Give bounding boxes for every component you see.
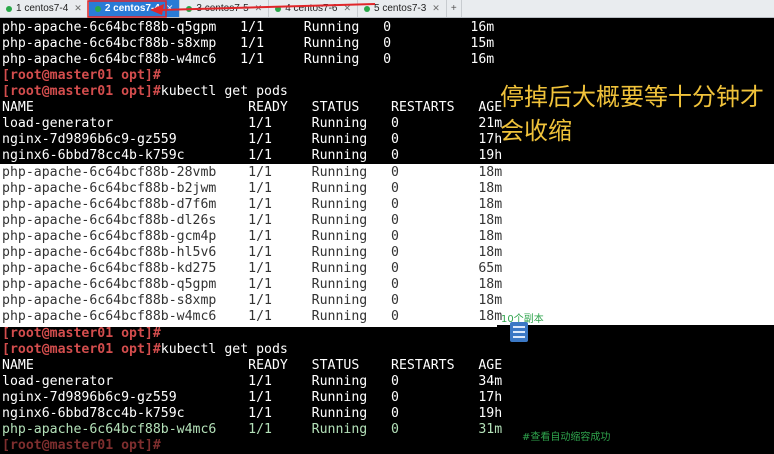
tab-label: 2 centos7-4 [104, 3, 160, 14]
close-tab-icon[interactable]: ✕ [255, 3, 263, 14]
shell-prompt: [root@master01 opt]# [2, 68, 161, 83]
pod-row: load-generator 1/1 Running 0 21m [2, 116, 503, 131]
tab-label: 1 centos7-4 [16, 3, 69, 14]
status-dot-icon [275, 5, 282, 12]
close-tab-icon[interactable]: ✕ [166, 3, 174, 14]
status-dot-icon [186, 5, 193, 12]
php-pod-row: php-apache-6c64bcf88b-s8xmp 1/1 Running … [2, 293, 503, 308]
pod-row: php-apache-6c64bcf88b-q5gpm 1/1 Running … [2, 20, 495, 35]
php-pod-row: php-apache-6c64bcf88b-w4mc6 1/1 Running … [2, 422, 503, 437]
status-dot-icon [364, 5, 371, 12]
tab-4-centos7-6[interactable]: 4 centos7-6 ✕ [269, 0, 359, 17]
new-tab-button[interactable]: + [447, 0, 462, 17]
shell-prompt-with-command: [root@master01 opt]#kubectl get pods [2, 84, 288, 100]
pod-row: nginx6-6bbd78cc4b-k759c 1/1 Running 0 19… [2, 406, 503, 421]
tab-3-centos7-5[interactable]: 3 centos7-5 ✕ [180, 0, 270, 17]
pod-row: nginx-7d9896b6c9-gz559 1/1 Running 0 17h [2, 390, 503, 405]
pod-row: php-apache-6c64bcf88b-w4mc6 1/1 Running … [2, 52, 495, 67]
annotation-wait-note: 停掉后大概要等十分钟才会收缩 [500, 83, 764, 145]
php-pod-row: php-apache-6c64bcf88b-q5gpm 1/1 Running … [2, 277, 503, 292]
tab-1-centos7-4[interactable]: 1 centos7-4 ✕ [0, 0, 89, 17]
php-pod-row: php-apache-6c64bcf88b-gcm4p 1/1 Running … [2, 229, 503, 244]
php-pod-row: php-apache-6c64bcf88b-hl5v6 1/1 Running … [2, 245, 503, 260]
shell-prompt: [root@master01 opt]# [2, 326, 161, 341]
table-header: NAME READY STATUS RESTARTS AGE [2, 100, 503, 115]
php-pod-row: php-apache-6c64bcf88b-d7f6m 1/1 Running … [2, 197, 503, 212]
tab-label: 5 centos7-3 [374, 3, 427, 14]
php-pod-row: php-apache-6c64bcf88b-b2jwm 1/1 Running … [2, 181, 503, 196]
status-dot-icon [6, 5, 12, 12]
close-tab-icon[interactable]: ✕ [432, 3, 440, 14]
document-icon [510, 322, 528, 342]
pod-row: php-apache-6c64bcf88b-s8xmp 1/1 Running … [2, 36, 495, 51]
pod-row: nginx6-6bbd78cc4b-k759c 1/1 Running 0 19… [2, 148, 503, 163]
pod-row: nginx-7d9896b6c9-gz559 1/1 Running 0 17h [2, 132, 503, 147]
php-pod-row: php-apache-6c64bcf88b-kd275 1/1 Running … [2, 261, 503, 276]
annotation-shrink-note: #查看自动缩容成功 [522, 432, 611, 443]
command-text: kubectl get pods [160, 342, 288, 357]
tab-2-centos7-4[interactable]: 2 centos7-4 ✕ [88, 0, 181, 17]
tab-label: 4 centos7-6 [285, 3, 338, 14]
tab-5-centos7-3[interactable]: 5 centos7-3 ✕ [358, 0, 447, 17]
close-tab-icon[interactable]: ✕ [343, 3, 351, 14]
close-tab-icon[interactable]: ✕ [74, 3, 82, 14]
shell-prompt: [root@master01 opt]# [2, 438, 161, 453]
shell-prompt-with-command: [root@master01 opt]#kubectl get pods [2, 342, 288, 358]
prompt-text: [root@master01 opt]# [2, 342, 161, 357]
tab-label: 3 centos7-5 [196, 3, 249, 14]
white-background-panel [497, 164, 774, 325]
pod-row: load-generator 1/1 Running 0 34m [2, 374, 503, 389]
php-pod-row: php-apache-6c64bcf88b-dl26s 1/1 Running … [2, 213, 503, 228]
php-pod-row: php-apache-6c64bcf88b-w4mc6 1/1 Running … [2, 309, 503, 324]
status-dot-icon [94, 5, 101, 12]
command-text: kubectl get pods [160, 84, 288, 99]
prompt-text: [root@master01 opt]# [2, 84, 161, 99]
session-tab-bar: 1 centos7-4 ✕ 2 centos7-4 ✕ 3 centos7-5 … [0, 0, 774, 18]
php-pod-row: php-apache-6c64bcf88b-28vmb 1/1 Running … [2, 165, 503, 180]
table-header: NAME READY STATUS RESTARTS AGE [2, 358, 503, 373]
